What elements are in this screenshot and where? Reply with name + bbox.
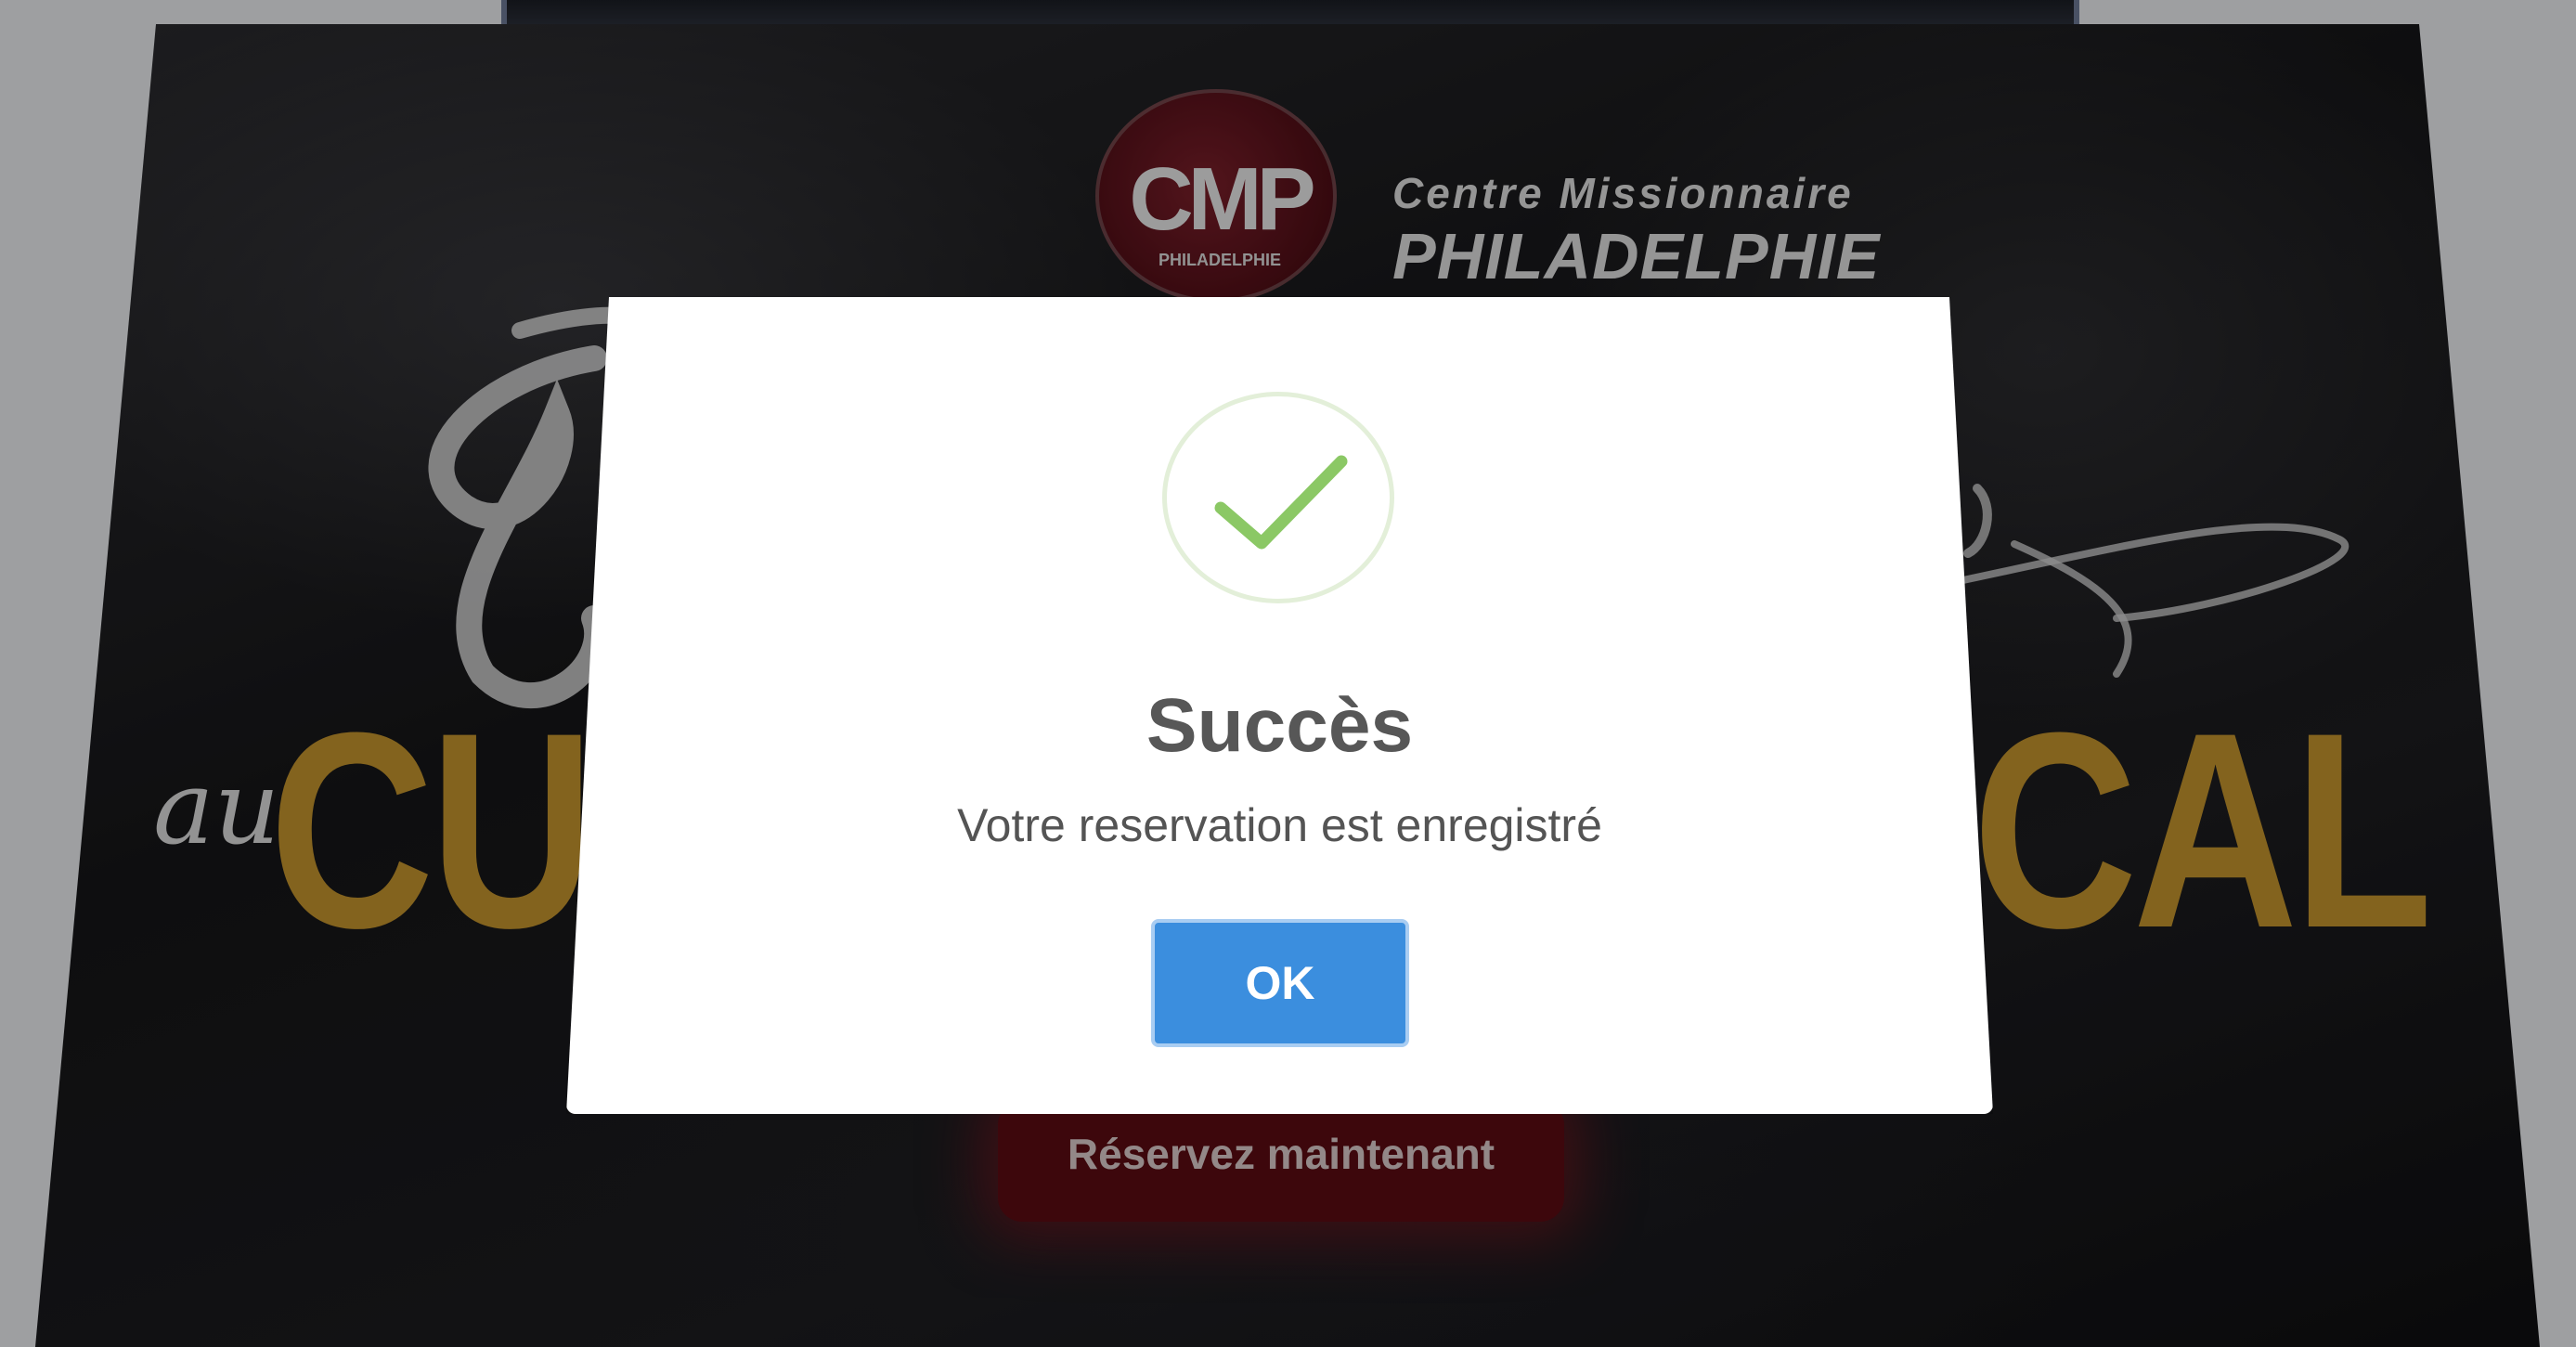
check-icon [1214,455,1348,550]
success-dialog: Succès Votre reservation est enregistré … [566,297,1993,1114]
dialog-title: Succès [1146,683,1414,768]
ok-button[interactable]: OK [1151,919,1409,1047]
success-check-icon [1162,392,1394,603]
app-screen: CMP PHILADELPHIE Centre Missionnaire PHI… [0,0,2576,1347]
dialog-message: Votre reservation est enregistré [957,799,1602,851]
